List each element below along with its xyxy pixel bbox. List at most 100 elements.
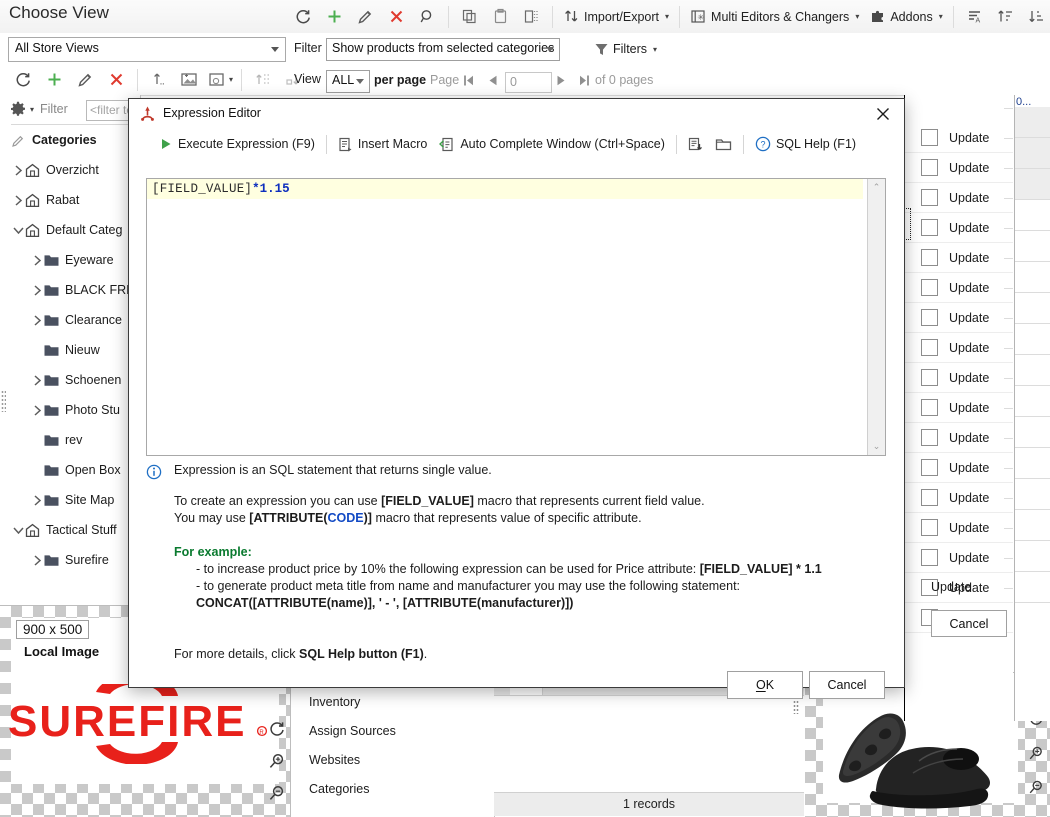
grid-cell[interactable]	[1015, 510, 1050, 541]
tree-item-rabat[interactable]: Rabat	[11, 185, 140, 215]
update-row[interactable]: Update	[905, 123, 1013, 153]
zoom-in-icon[interactable]	[1028, 745, 1044, 761]
chevron-right-icon[interactable]	[11, 194, 25, 206]
update-row[interactable]: Update	[905, 363, 1013, 393]
auto-complete-button[interactable]: Auto Complete Window (Ctrl+Space)	[433, 132, 671, 156]
refresh-icon[interactable]	[8, 67, 39, 93]
paste-icon[interactable]	[485, 4, 516, 30]
import-export-menu[interactable]: Import/Export ▾	[558, 4, 674, 30]
tree-item-photo-stu[interactable]: Photo Stu	[11, 395, 140, 425]
scroll-up-icon[interactable]: ⌃	[868, 179, 885, 196]
tree-item-surefire[interactable]: Surefire	[11, 545, 140, 575]
tree-item-clearance[interactable]: Clearance	[11, 305, 140, 335]
tree-item-nieuw[interactable]: Nieuw	[11, 335, 140, 365]
chevron-right-icon[interactable]	[30, 374, 44, 386]
edit-icon[interactable]	[70, 67, 101, 93]
tree-root-categories[interactable]: Categories	[11, 125, 140, 155]
expression-input[interactable]: [FIELD_VALUE]*1.15 ⌃ ⌄	[146, 178, 886, 456]
update-checkbox[interactable]	[921, 279, 938, 296]
grid-cell[interactable]	[1015, 572, 1050, 603]
update-checkbox[interactable]	[921, 489, 938, 506]
update-checkbox[interactable]	[921, 219, 938, 236]
menu-item-assign-sources[interactable]: Assign Sources	[291, 716, 494, 745]
insert-macro-button[interactable]: Insert Macro	[332, 132, 433, 156]
update-row[interactable]: Update	[905, 513, 1013, 543]
execute-expression-button[interactable]: Execute Expression (F9)	[153, 132, 321, 156]
update-row[interactable]: Update	[905, 543, 1013, 573]
update-checkbox[interactable]	[921, 429, 938, 446]
addons-menu[interactable]: Addons ▾	[864, 4, 947, 30]
update-row[interactable]: Update	[905, 273, 1013, 303]
tree-item-rev[interactable]: rev	[11, 425, 140, 455]
chevron-right-icon[interactable]	[30, 314, 44, 326]
view-select[interactable]: ALL	[326, 70, 370, 93]
update-checkbox[interactable]	[921, 459, 938, 476]
grid-cell[interactable]	[1015, 417, 1050, 448]
tree-item-tactical-stuff[interactable]: Tactical Stuff	[11, 515, 140, 545]
next-page-button[interactable]	[555, 74, 567, 87]
add-icon[interactable]	[319, 4, 350, 30]
update-row[interactable]: Update	[905, 243, 1013, 273]
grid-splitter-handle[interactable]	[793, 700, 799, 714]
update-row[interactable]: Update	[905, 303, 1013, 333]
scroll-down-icon[interactable]: ⌄	[868, 438, 885, 455]
menu-item-categories[interactable]: Categories	[291, 774, 494, 803]
chevron-down-icon[interactable]	[11, 226, 25, 235]
update-checkbox[interactable]	[921, 129, 938, 146]
gear-icon[interactable]	[10, 101, 26, 117]
store-view-select[interactable]: All Store Views	[8, 37, 286, 62]
chevron-right-icon[interactable]	[30, 254, 44, 266]
grid-cell[interactable]	[1015, 293, 1050, 324]
grid-cell[interactable]	[1015, 107, 1050, 138]
open-expression-icon[interactable]	[709, 132, 738, 156]
search-icon[interactable]	[412, 4, 443, 30]
update-checkbox[interactable]	[921, 399, 938, 416]
image-preview-icon[interactable]: ▾	[205, 67, 236, 93]
zoom-out-icon[interactable]	[268, 784, 286, 802]
update-row[interactable]: Update	[905, 153, 1013, 183]
chevron-down-icon[interactable]	[11, 526, 25, 535]
sort-ascending-icon[interactable]	[990, 4, 1021, 30]
panel-resize-handle[interactable]	[1, 390, 6, 412]
delete-icon[interactable]	[101, 67, 132, 93]
cancel-button[interactable]: Cancel	[809, 671, 885, 699]
previous-page-button[interactable]	[487, 74, 499, 87]
chevron-down-icon[interactable]: ▾	[30, 105, 34, 114]
tree-item-overzicht[interactable]: Overzicht	[11, 155, 140, 185]
update-checkbox[interactable]	[921, 309, 938, 326]
grid-cell[interactable]	[1015, 541, 1050, 572]
tree-item-site-map[interactable]: Site Map	[11, 485, 140, 515]
update-row[interactable]: Update	[905, 483, 1013, 513]
chevron-right-icon[interactable]	[30, 404, 44, 416]
grid-cell[interactable]	[1015, 448, 1050, 479]
update-row[interactable]: Update	[905, 333, 1013, 363]
sort-descending-icon[interactable]	[1021, 4, 1050, 30]
chevron-right-icon[interactable]	[30, 284, 44, 296]
grid-cell[interactable]	[1015, 200, 1050, 231]
tree-item-open-box[interactable]: Open Box	[11, 455, 140, 485]
tree-item-black-fri[interactable]: BLACK FRI	[11, 275, 140, 305]
zoom-in-icon[interactable]	[268, 752, 286, 770]
menu-item-inventory[interactable]: Inventory	[291, 687, 494, 716]
edit-icon[interactable]	[350, 4, 381, 30]
page-input[interactable]: 0	[505, 72, 552, 93]
update-checkbox[interactable]	[921, 549, 938, 566]
chevron-right-icon[interactable]	[30, 554, 44, 566]
tree-item-schoenen[interactable]: Schoenen	[11, 365, 140, 395]
close-icon[interactable]	[872, 104, 894, 124]
update-checkbox[interactable]	[921, 369, 938, 386]
upload-icon[interactable]	[143, 67, 174, 93]
grid-cell[interactable]	[1015, 231, 1050, 262]
update-row[interactable]: Update	[905, 453, 1013, 483]
last-page-button[interactable]	[578, 74, 590, 87]
filters-button[interactable]: Filters ▾	[590, 38, 661, 60]
sort-alpha-icon[interactable]: A	[959, 4, 990, 30]
image-edit-icon[interactable]	[174, 67, 205, 93]
update-checkbox[interactable]	[921, 249, 938, 266]
editor-scrollbar[interactable]: ⌃ ⌄	[867, 179, 885, 455]
update-row[interactable]: Update	[905, 423, 1013, 453]
copy-icon[interactable]	[454, 4, 485, 30]
update-checkbox[interactable]	[921, 159, 938, 176]
chevron-right-icon[interactable]	[11, 164, 25, 176]
chevron-right-icon[interactable]	[30, 494, 44, 506]
